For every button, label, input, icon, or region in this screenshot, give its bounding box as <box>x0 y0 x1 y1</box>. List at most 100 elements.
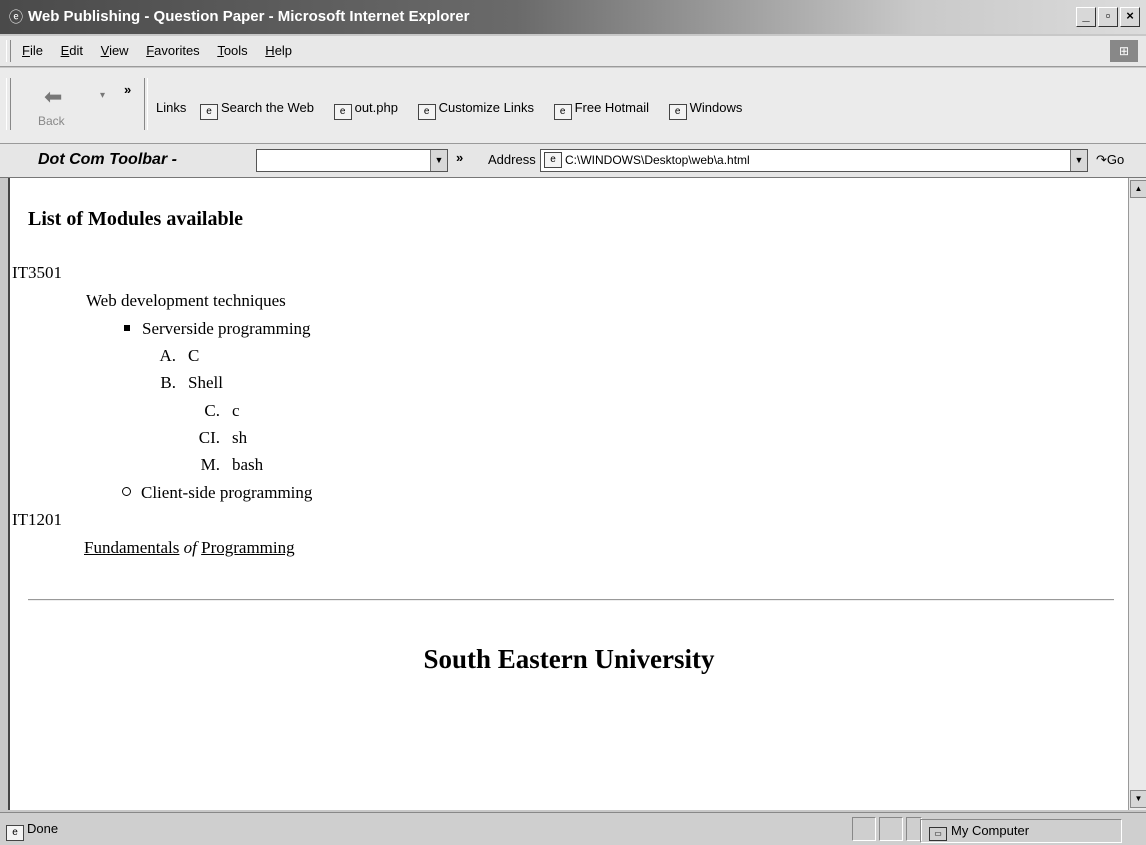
browser-window: ⓔ Web Publishing - Question Paper - Micr… <box>0 0 1146 845</box>
ie-page-icon: e <box>333 104 352 120</box>
status-bar: e Done ▭ My Computer <box>0 812 1146 845</box>
list-marker: A. <box>159 346 176 365</box>
list-marker: B. <box>160 373 176 392</box>
list-item-label: Serverside programming <box>142 319 311 338</box>
list-item-label: Client-side programming <box>141 483 313 502</box>
scroll-down-icon[interactable]: ▼ <box>1130 790 1146 808</box>
dotcom-toolbar-label[interactable]: Dot Com Toolbar - <box>38 151 177 169</box>
menu-help[interactable]: Help <box>265 43 292 58</box>
ie-page-icon: e <box>668 104 687 120</box>
list-marker: M. <box>200 455 220 474</box>
zone-label: My Computer <box>951 823 1030 838</box>
address-input[interactable]: e C:\WINDOWS\Desktop\web\a.html ▼ <box>540 149 1088 172</box>
menu-view[interactable]: View <box>101 43 129 58</box>
fundamentals-link[interactable]: Fundamentals <box>84 538 179 557</box>
window-title: Web Publishing - Question Paper - Micros… <box>28 8 470 25</box>
menu-edit[interactable]: Edit <box>61 43 83 58</box>
square-bullet-icon <box>124 325 130 331</box>
toolbar-grip[interactable] <box>6 78 11 130</box>
list-item: A. C <box>150 346 199 366</box>
chevron-down-icon[interactable]: ▼ <box>1070 150 1087 171</box>
status-panes <box>852 817 925 841</box>
module-title: Fundamentals of Programming <box>84 538 295 558</box>
circle-bullet-icon <box>122 487 131 496</box>
list-marker: CI. <box>198 428 220 447</box>
horizontal-rule <box>28 599 1114 601</box>
chevron-down-icon[interactable]: ▼ <box>430 150 447 171</box>
link-label: Customize Links <box>438 100 534 115</box>
list-marker: C. <box>204 401 220 420</box>
maximize-button[interactable]: ▫ <box>1098 7 1118 27</box>
computer-icon: ▭ <box>929 827 947 841</box>
close-button[interactable]: × <box>1120 7 1140 27</box>
menu-file[interactable]: File <box>22 43 43 58</box>
module-title: Web development techniques <box>86 291 286 310</box>
module-code: IT1201 <box>12 510 63 529</box>
go-label: Go <box>1106 152 1125 167</box>
link-windows[interactable]: e Windows <box>668 100 743 120</box>
list-item: CI. sh <box>194 428 247 448</box>
status-pane <box>879 817 903 841</box>
of-text: of <box>183 538 197 557</box>
ie-app-icon: ⓔ <box>9 9 23 25</box>
links-toolbar: Links e Search the Web e out.php e Customiz… <box>156 100 758 120</box>
go-button[interactable]: ↷Go <box>1096 152 1124 168</box>
list-item: C. c <box>194 401 240 421</box>
link-label: Windows <box>689 100 743 115</box>
title-bar: ⓔ Web Publishing - Question Paper - Micr… <box>0 0 1146 34</box>
link-label: Free Hotmail <box>574 100 650 115</box>
list-item-label: bash <box>232 455 264 474</box>
back-arrow-icon: ⬅ <box>44 84 63 109</box>
list-item-label: Shell <box>188 373 223 392</box>
menu-bar: File Edit View Favorites Tools Help ⊞ <box>0 36 1146 67</box>
ie-page-icon: e <box>199 104 218 120</box>
status-text: e Done <box>6 821 58 841</box>
ie-page-icon: e <box>553 104 572 120</box>
list-item-label: C <box>188 346 200 365</box>
programming-link[interactable]: Programming <box>201 538 295 557</box>
link-free-hotmail[interactable]: e Free Hotmail <box>553 100 650 120</box>
list-item: Client-side programming <box>122 483 312 503</box>
more-buttons-chevron-icon[interactable]: » <box>124 82 131 97</box>
page-content: List of Modules available IT3501 Web dev… <box>8 178 1128 810</box>
list-item: Serverside programming <box>124 319 311 339</box>
minimize-button[interactable]: _ <box>1076 7 1096 27</box>
status-pane <box>852 817 876 841</box>
window-controls: _ ▫ × <box>1074 7 1140 27</box>
list-item: M. bash <box>194 455 264 475</box>
ie-page-icon: e <box>544 152 562 168</box>
university-title: South Eastern University <box>423 644 715 674</box>
vertical-scrollbar[interactable]: ▲ ▼ <box>1128 178 1146 810</box>
address-value[interactable]: C:\WINDOWS\Desktop\web\a.html <box>565 153 750 167</box>
navigation-toolbar: ⬅ ▾ Back » Links e Search the Web e out.ph… <box>0 68 1146 144</box>
links-label: Links <box>156 100 187 115</box>
toolbar-grip[interactable] <box>6 40 11 62</box>
module-code: IT3501 <box>12 263 63 282</box>
menu-favorites[interactable]: Favorites <box>146 43 199 58</box>
list-item-label: sh <box>232 428 248 447</box>
list-item-label: c <box>232 401 240 420</box>
security-zone: ▭ My Computer <box>920 819 1122 843</box>
link-out-php[interactable]: e out.php <box>333 100 398 120</box>
page-heading: List of Modules available <box>28 208 244 230</box>
address-label: Address <box>488 152 536 167</box>
dotcom-search-combobox[interactable]: ▼ <box>256 149 448 172</box>
more-buttons-chevron-icon[interactable]: » <box>456 150 463 165</box>
dropdown-caret-icon[interactable]: ▾ <box>100 90 105 101</box>
address-toolbar: Dot Com Toolbar - ▼ » Address e C:\WINDO… <box>0 144 1146 178</box>
back-button[interactable]: ⬅ ▾ Back <box>30 80 105 130</box>
go-arrow-icon: ↷ <box>1096 152 1107 167</box>
ie-page-icon: e <box>417 104 436 120</box>
ie-page-icon: e <box>6 825 24 841</box>
link-customize-links[interactable]: e Customize Links <box>417 100 534 120</box>
menu-tools[interactable]: Tools <box>217 43 247 58</box>
toolbar-separator <box>144 78 148 130</box>
scroll-up-icon[interactable]: ▲ <box>1130 180 1146 198</box>
status-label: Done <box>27 821 59 836</box>
windows-logo-icon: ⊞ <box>1110 40 1138 62</box>
list-item: B. Shell <box>150 373 223 393</box>
back-label: Back <box>38 114 65 128</box>
link-search-the-web[interactable]: e Search the Web <box>199 100 314 120</box>
link-label: out.php <box>354 100 398 115</box>
link-label: Search the Web <box>220 100 314 115</box>
